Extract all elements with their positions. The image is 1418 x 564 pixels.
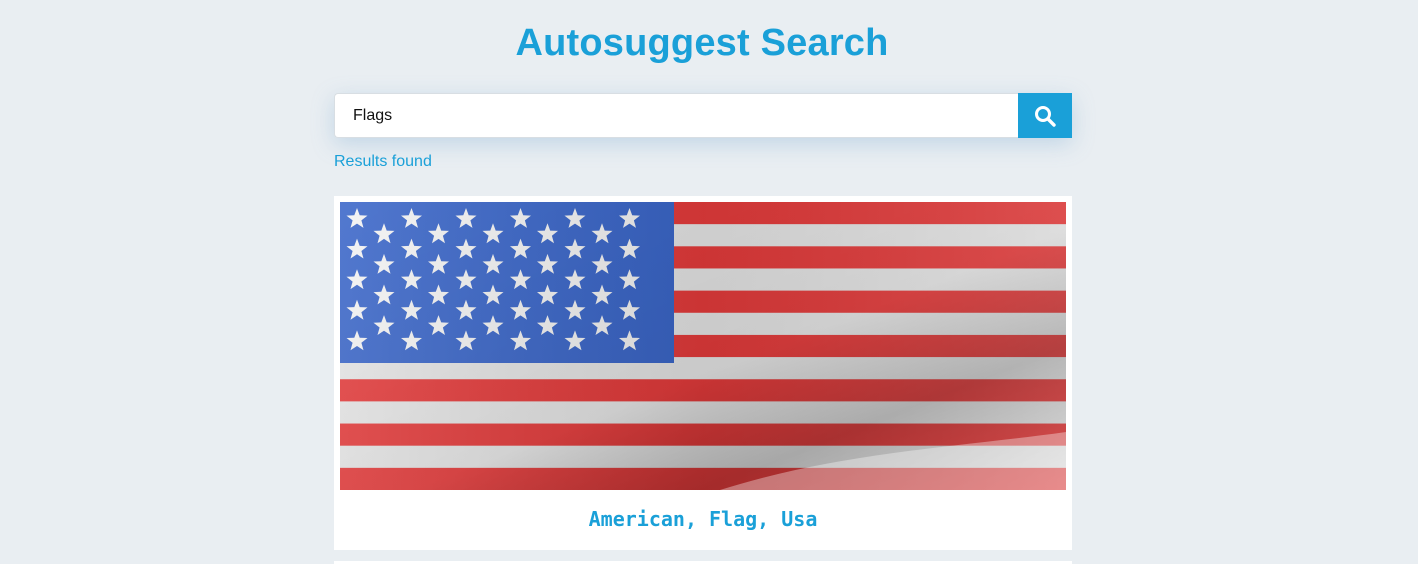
search-icon	[1035, 105, 1056, 127]
american-flag-image	[340, 202, 1066, 490]
result-card[interactable]: American, Flag, Usa	[334, 196, 1072, 550]
page: Autosuggest Search Results found	[0, 0, 1418, 564]
page-title: Autosuggest Search	[515, 22, 889, 64]
search-bar	[334, 93, 1072, 138]
search-button[interactable]	[1018, 93, 1072, 138]
results-status: Results found	[334, 153, 432, 170]
result-caption: American, Flag, Usa	[588, 507, 818, 531]
search-input[interactable]	[334, 93, 1018, 138]
